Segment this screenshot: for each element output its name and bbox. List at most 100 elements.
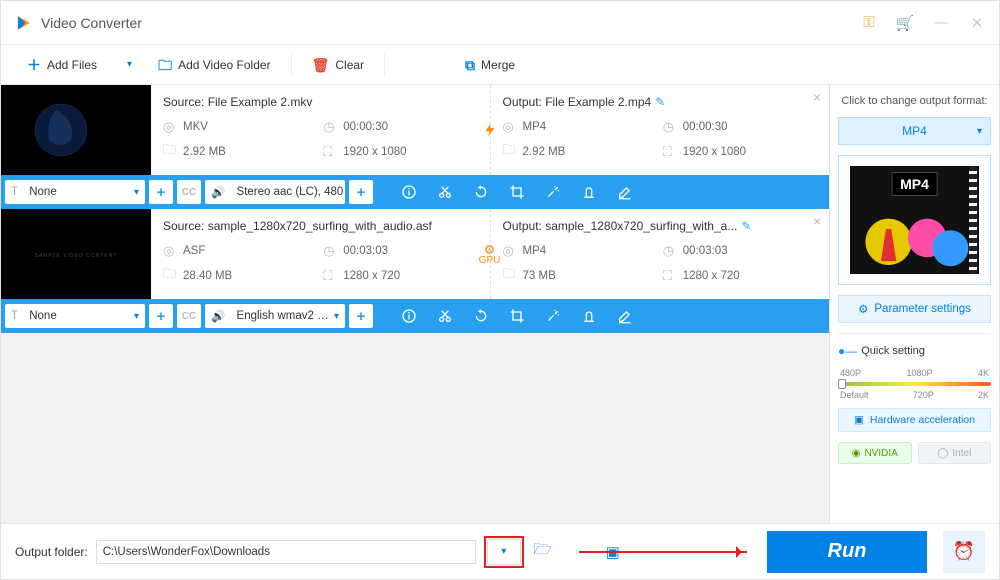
add-video-folder-button[interactable]: 🗀 Add Video Folder [146,51,283,79]
add-subtitle-button[interactable]: + [149,304,173,328]
parameter-settings-button[interactable]: ⚙ Parameter settings [838,295,991,323]
out-resolution: 1280 x 720 [683,270,740,282]
rotate-button[interactable] [463,299,499,333]
edit-name-icon[interactable]: ✎ [741,219,751,233]
resolution-icon: ⛶ [323,144,337,160]
folder-icon: 🗀 [503,141,517,163]
effects-button[interactable] [535,299,571,333]
minimize-button[interactable]: — [933,15,949,31]
file-item: SAMPLE VIDEO CONTENT Source: sample_1280… [1,209,829,333]
edit-name-icon[interactable]: ✎ [655,95,665,109]
slider-handle[interactable] [838,379,846,389]
remove-item-button[interactable]: × [813,213,821,229]
output-info-block: × Output: sample_1280x720_surfing_with_a… [490,209,830,299]
title-bar: Video Converter ⚿ 🛒 — ✕ [1,1,999,45]
info-button[interactable] [391,299,427,333]
format-name: MP4 [902,124,927,138]
cc-button[interactable]: CC [177,180,201,204]
alarm-clock-icon: ⏰ [953,541,975,562]
film-strip-icon [969,166,977,274]
src-size: 28.40 MB [183,270,232,282]
folder-icon: 🗀 [503,265,517,287]
separator [291,54,292,76]
output-folder-dropdown[interactable]: ▾ [487,539,521,565]
nvidia-chip[interactable]: ◉NVIDIA [838,442,912,464]
svg-text:SAMPLE VIDEO CONTENT: SAMPLE VIDEO CONTENT [35,253,118,259]
edit-all-button[interactable] [607,299,643,333]
add-files-button[interactable]: ＋ Add Files ▾ [15,51,144,79]
watermark-button[interactable] [571,175,607,209]
format-badge: MP4 [891,172,938,196]
clear-button[interactable]: 🗑 Clear [300,51,376,79]
app-title: Video Converter [41,15,142,31]
open-folder-button[interactable]: 🗁 [532,541,554,563]
add-subtitle-button[interactable]: + [149,180,173,204]
output-folder-label: Output folder: [15,545,88,559]
output-folder-field[interactable]: C:\Users\WonderFox\Downloads [96,540,476,564]
quick-setting-label: ●—Quick setting [838,344,991,358]
run-button[interactable]: Run [767,531,927,573]
watermark-button[interactable] [571,299,607,333]
hardware-acceleration-button[interactable]: ▣ Hardware acceleration [838,408,991,432]
out-format: MP4 [523,121,547,133]
rotate-button[interactable] [463,175,499,209]
crop-button[interactable] [499,175,535,209]
output-format-selector[interactable]: MP4 ▾ [838,117,991,145]
add-audio-button[interactable]: + [349,304,373,328]
intel-icon: ◯ [937,448,948,459]
info-button[interactable] [391,175,427,209]
subtitle-value: None [29,186,57,198]
subtitle-select[interactable]: T None▾ [5,304,145,328]
out-format: MP4 [523,245,547,257]
clock-icon: ◷ [663,243,677,259]
cart-icon[interactable]: 🛒 [897,15,913,31]
audio-select[interactable]: 🔊 Stereo aac (LC), 480▾ [205,180,345,204]
subtitle-value: None [29,310,57,322]
file-toolbar: T None▾ + CC 🔊 Stereo aac (LC), 480▾ + [1,175,829,209]
bottom-bar: Output folder: C:\Users\WonderFox\Downlo… [1,523,999,579]
source-info-block: Source: sample_1280x720_surfing_with_aud… [151,209,490,299]
annotation-arrow [579,551,747,553]
gpu-icon: ⚙GPU [480,244,500,264]
key-icon[interactable]: ⚿ [861,15,877,31]
cut-button[interactable] [427,175,463,209]
audio-value: English wmav2 (a[1]) [237,310,330,322]
cc-button[interactable]: CC [177,304,201,328]
merge-button[interactable]: ⧉ Merge [453,51,527,79]
quality-slider[interactable]: 480P1080P4K Default720P2K [838,368,991,398]
source-title: Source: sample_1280x720_surfing_with_aud… [163,219,478,233]
add-files-label: Add Files [47,58,97,72]
format-preview[interactable]: MP4 [838,155,991,285]
close-window-button[interactable]: ✕ [969,15,985,31]
resolution-icon: ⛶ [663,144,677,160]
video-thumbnail[interactable] [1,85,151,175]
subtitle-select[interactable]: T None▾ [5,180,145,204]
schedule-button[interactable]: ⏰ [943,531,985,573]
crop-button[interactable] [499,299,535,333]
app-logo-icon [15,14,33,32]
edit-all-button[interactable] [607,175,643,209]
resolution-icon: ⛶ [323,268,337,284]
audio-value: Stereo aac (LC), 480 [237,186,344,198]
nvidia-icon: ◉ [852,448,861,459]
src-resolution: 1280 x 720 [343,270,400,282]
file-toolbar: T None▾ + CC 🔊 English wmav2 (a[1])▾ + [1,299,829,333]
add-audio-button[interactable]: + [349,180,373,204]
file-list: Source: File Example 2.mkv ◎MKV ◷00:00:3… [1,85,829,523]
effects-button[interactable] [535,175,571,209]
audio-select[interactable]: 🔊 English wmav2 (a[1])▾ [205,304,345,328]
src-format: MKV [183,121,208,133]
merge-icon: ⧉ [465,58,475,72]
intel-chip[interactable]: ◯Intel [918,442,992,464]
output-panel: Click to change output format: MP4 ▾ MP4… [829,85,999,523]
trash-icon: 🗑 [312,58,330,72]
chip-icon: ▣ [854,414,864,426]
video-thumbnail[interactable]: SAMPLE VIDEO CONTENT [1,209,151,299]
clock-icon: ◷ [323,119,337,135]
src-duration: 00:03:03 [343,245,388,257]
cut-button[interactable] [427,299,463,333]
resolution-icon: ⛶ [663,268,677,284]
out-size: 73 MB [523,270,556,282]
remove-item-button[interactable]: × [813,89,821,105]
format-icon: ◎ [503,119,517,135]
